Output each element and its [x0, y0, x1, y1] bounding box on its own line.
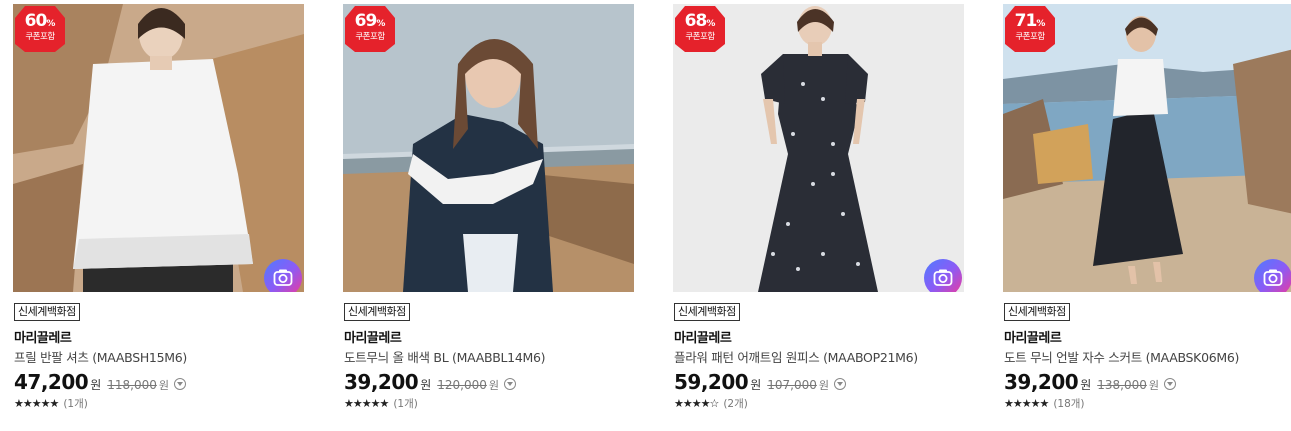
rating: ★★★★★ (1개): [344, 396, 418, 411]
rating: ★★★★★ (18개): [1004, 396, 1085, 411]
discount-unit: %: [706, 19, 716, 29]
original-price-unit: 원: [488, 379, 499, 392]
original-price-unit: 원: [818, 379, 829, 392]
chevron-down-circle-icon[interactable]: [503, 378, 516, 390]
product-card[interactable]: 60% 쿠폰포함 신세계백화점 마리끌레르 프릴 반팔 셔츠 (MAABSH15…: [13, 0, 305, 431]
product-card[interactable]: 69% 쿠폰포함 신세계백화점 마리끌레르 도트무늬 올 배색 BL (MAAB…: [343, 0, 635, 431]
review-count[interactable]: (18개): [1053, 396, 1084, 411]
price-row: 59,200 원 107,000 원: [674, 370, 846, 394]
coupon-label: 쿠폰포함: [355, 32, 385, 42]
camera-review-button[interactable]: [1254, 259, 1291, 292]
price-row: 39,200 원 120,000 원: [344, 370, 516, 394]
discount-percent: 71%: [1005, 13, 1055, 33]
discount-value: 60: [24, 11, 48, 31]
discount-badge: 68% 쿠폰포함: [675, 6, 725, 52]
product-image[interactable]: 60% 쿠폰포함: [13, 4, 304, 292]
discount-badge: 60% 쿠폰포함: [15, 6, 65, 52]
original-price: 120,000: [437, 378, 487, 392]
camera-icon: [273, 269, 293, 286]
store-tag[interactable]: 신세계백화점: [14, 303, 80, 321]
price-unit: 원: [1080, 378, 1092, 392]
brand-name[interactable]: 마리끌레르: [14, 327, 72, 346]
camera-icon: [933, 269, 953, 286]
star-icon: ★★★★★: [1004, 397, 1049, 410]
price-row: 39,200 원 138,000 원: [1004, 370, 1176, 394]
discount-badge: 71% 쿠폰포함: [1005, 6, 1055, 52]
discount-value: 71: [1014, 11, 1038, 31]
original-price: 107,000: [767, 378, 817, 392]
camera-icon: [1263, 269, 1283, 286]
product-image[interactable]: 69% 쿠폰포함: [343, 4, 634, 292]
price-unit: 원: [90, 378, 102, 392]
original-price: 138,000: [1097, 378, 1147, 392]
star-icon: ★★★★★: [344, 397, 389, 410]
rating: ★★★★☆ (2개): [674, 396, 748, 411]
discount-percent: 69%: [345, 13, 395, 33]
discount-badge: 69% 쿠폰포함: [345, 6, 395, 52]
discount-percent: 60%: [15, 13, 65, 33]
sale-price: 39,200: [344, 370, 419, 394]
camera-review-button[interactable]: [264, 259, 302, 292]
review-count[interactable]: (1개): [393, 396, 418, 411]
star-icon: ★★★★★: [14, 397, 59, 410]
chevron-down-circle-icon[interactable]: [173, 378, 186, 390]
sale-price: 47,200: [14, 370, 89, 394]
chevron-down-circle-icon[interactable]: [833, 378, 846, 390]
original-price-unit: 원: [1148, 379, 1159, 392]
discount-unit: %: [1036, 19, 1046, 29]
store-tag[interactable]: 신세계백화점: [674, 303, 740, 321]
camera-review-button[interactable]: [924, 259, 962, 292]
price-unit: 원: [750, 378, 762, 392]
product-name[interactable]: 플라워 패턴 어깨트임 원피스 (MAABOP21M6): [674, 347, 918, 366]
coupon-label: 쿠폰포함: [25, 32, 55, 42]
discount-value: 68: [684, 11, 708, 31]
discount-value: 69: [354, 11, 378, 31]
product-image[interactable]: 71% 쿠폰포함: [1003, 4, 1291, 292]
review-count[interactable]: (1개): [63, 396, 88, 411]
product-name[interactable]: 도트 무늬 언발 자수 스커트 (MAABSK06M6): [1004, 347, 1239, 366]
star-icon: ★★★★☆: [674, 397, 719, 410]
discount-unit: %: [46, 19, 56, 29]
original-price: 118,000: [107, 378, 157, 392]
product-name[interactable]: 프릴 반팔 셔츠 (MAABSH15M6): [14, 347, 187, 366]
price-row: 47,200 원 118,000 원: [14, 370, 186, 394]
product-image[interactable]: 68% 쿠폰포함: [673, 4, 964, 292]
price-unit: 원: [420, 378, 432, 392]
discount-unit: %: [376, 19, 386, 29]
store-tag[interactable]: 신세계백화점: [344, 303, 410, 321]
product-card[interactable]: 68% 쿠폰포함 신세계백화점 마리끌레르 플라워 패턴 어깨트임 원피스 (M…: [673, 0, 965, 431]
review-count[interactable]: (2개): [723, 396, 748, 411]
product-card[interactable]: 71% 쿠폰포함 신세계백화점 마리끌레르 도트 무늬 언발 자수 스커트 (M…: [1003, 0, 1291, 431]
sale-price: 39,200: [1004, 370, 1079, 394]
brand-name[interactable]: 마리끌레르: [674, 327, 732, 346]
rating: ★★★★★ (1개): [14, 396, 88, 411]
discount-percent: 68%: [675, 13, 725, 33]
original-price-unit: 원: [158, 379, 169, 392]
coupon-label: 쿠폰포함: [1015, 32, 1045, 42]
chevron-down-circle-icon[interactable]: [1163, 378, 1176, 390]
coupon-label: 쿠폰포함: [685, 32, 715, 42]
brand-name[interactable]: 마리끌레르: [1004, 327, 1062, 346]
product-name[interactable]: 도트무늬 올 배색 BL (MAABBL14M6): [344, 347, 545, 366]
sale-price: 59,200: [674, 370, 749, 394]
store-tag[interactable]: 신세계백화점: [1004, 303, 1070, 321]
brand-name[interactable]: 마리끌레르: [344, 327, 402, 346]
